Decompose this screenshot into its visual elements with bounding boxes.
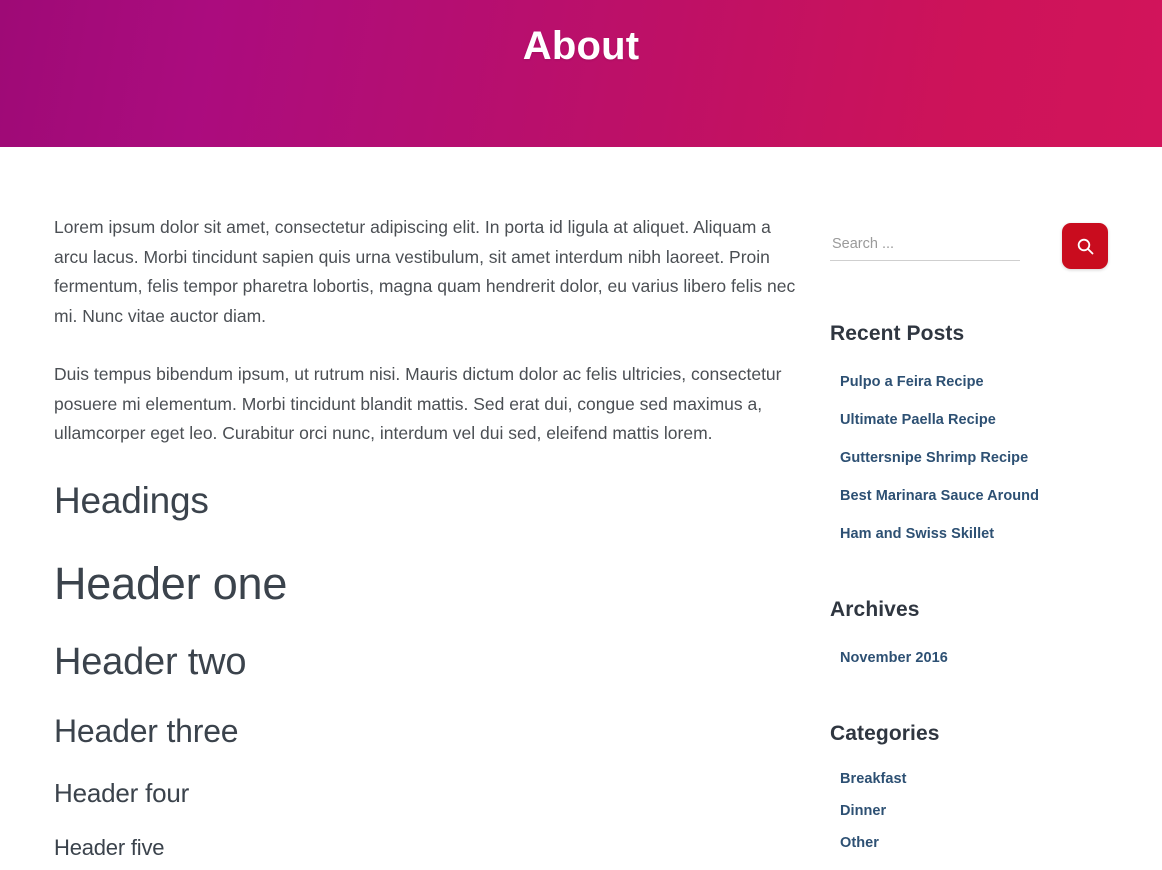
list-item: Ham and Swiss Skillet <box>840 515 1108 553</box>
article-content: Lorem ipsum dolor sit amet, consectetur … <box>0 213 800 870</box>
list-item: Pulpo a Feira Recipe <box>840 363 1108 401</box>
heading-level-five: Header five <box>54 834 165 860</box>
sidebar: Recent Posts Pulpo a Feira Recipe Ultima… <box>800 213 1108 859</box>
search-icon <box>1076 237 1095 256</box>
heading-level-four: Header four <box>54 777 190 808</box>
widget-link[interactable]: Ham and Swiss Skillet <box>840 526 994 542</box>
widget-list: Breakfast Dinner Other <box>830 763 1108 859</box>
headings-section-title: Headings <box>54 479 209 521</box>
page-banner: About <box>0 0 1162 147</box>
widget-title: Archives <box>830 598 920 621</box>
widget-list: November 2016 <box>830 639 1108 677</box>
widget-title: Categories <box>830 722 940 745</box>
widget-link[interactable]: Best Marinara Sauce Around <box>840 488 1039 504</box>
widget-link[interactable]: Guttersnipe Shrimp Recipe <box>840 450 1028 466</box>
article-paragraph: Lorem ipsum dolor sit amet, consectetur … <box>54 217 796 326</box>
page-title: About <box>522 24 640 68</box>
article-paragraph: Duis tempus bibendum ipsum, ut rutrum ni… <box>54 364 782 443</box>
widget-list: Pulpo a Feira Recipe Ultimate Paella Rec… <box>830 363 1108 553</box>
search-field-wrapper <box>830 231 1042 261</box>
search-widget <box>830 223 1108 269</box>
search-input[interactable] <box>830 231 1020 261</box>
heading-level-one: Header one <box>54 557 288 609</box>
list-item: Dinner <box>840 795 1108 827</box>
widget-link[interactable]: November 2016 <box>840 650 948 666</box>
list-item: Other <box>840 827 1108 859</box>
widget-link[interactable]: Breakfast <box>840 771 907 787</box>
list-item: Ultimate Paella Recipe <box>840 401 1108 439</box>
widget-link[interactable]: Pulpo a Feira Recipe <box>840 374 984 390</box>
widget-link[interactable]: Dinner <box>840 803 886 819</box>
heading-level-two: Header two <box>54 640 247 683</box>
list-item: Best Marinara Sauce Around <box>840 477 1108 515</box>
search-submit-button[interactable] <box>1062 223 1108 269</box>
widget-archives: Archives November 2016 <box>830 597 1108 677</box>
widget-categories: Categories Breakfast Dinner Other <box>830 721 1108 859</box>
list-item: Breakfast <box>840 763 1108 795</box>
widget-title: Recent Posts <box>830 322 965 345</box>
widget-link[interactable]: Other <box>840 835 879 851</box>
heading-level-three: Header three <box>54 712 239 749</box>
list-item: November 2016 <box>840 639 1108 677</box>
widget-link[interactable]: Ultimate Paella Recipe <box>840 412 996 428</box>
list-item: Guttersnipe Shrimp Recipe <box>840 439 1108 477</box>
content-row: Lorem ipsum dolor sit amet, consectetur … <box>0 147 1162 870</box>
page-body: Lorem ipsum dolor sit amet, consectetur … <box>0 147 1162 870</box>
widget-recent-posts: Recent Posts Pulpo a Feira Recipe Ultima… <box>830 321 1108 553</box>
